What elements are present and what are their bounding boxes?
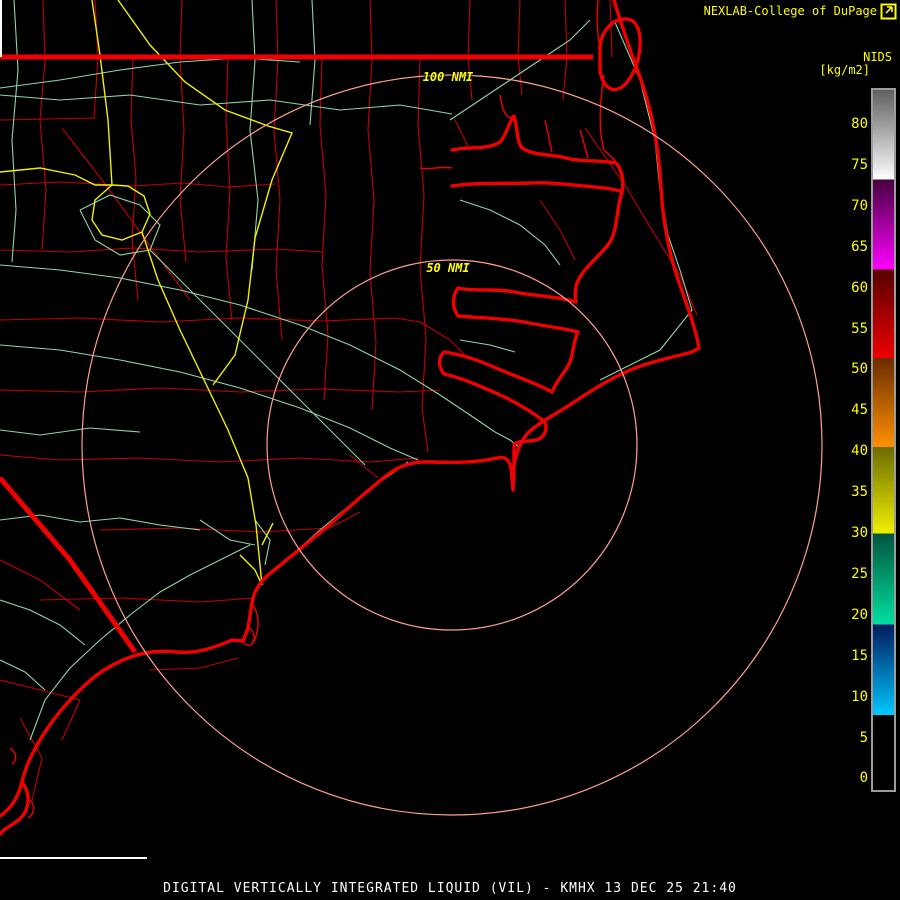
colorbar-tick-label: 5 [859, 729, 868, 746]
colorbar-tick-label: 65 [851, 238, 868, 255]
college-of-dupage-logo-icon [880, 3, 897, 20]
colorbar-tick-label: 50 [851, 361, 868, 378]
county-boundaries [0, 0, 698, 801]
colorbar-tick-label: 80 [851, 116, 868, 132]
colorbar-tick-label: 40 [851, 443, 868, 460]
colorbar-tick-label: 35 [851, 484, 868, 501]
highway-network [0, 0, 293, 586]
scale-units: [kg/m2] [819, 63, 870, 77]
colorbar-tick-label: 60 [851, 279, 868, 296]
map-edge-lines [0, 0, 147, 859]
scale-title: NIDS [863, 50, 892, 64]
colorbar-tick-label: 70 [851, 197, 868, 214]
colorbar-tick-label: 10 [851, 688, 868, 705]
brand-text: NEXLAB-College of DuPage [703, 4, 877, 18]
colorbar-tick-label: 75 [851, 156, 868, 173]
colorbar-tick-label: 45 [851, 402, 868, 419]
colorbar-tick-label: 15 [851, 647, 868, 664]
colorbar-tick-label: 55 [851, 320, 868, 337]
coastline [0, 0, 701, 836]
colorbar-tick-label: 30 [851, 525, 868, 541]
range-ring-50nmi [266, 259, 638, 631]
range-ring-label-50nmi: 50 NMI [426, 261, 470, 275]
radar-map [0, 0, 823, 859]
colorbar-tick-label: 25 [851, 565, 868, 582]
colorbar-tick-label: 0 [859, 770, 868, 787]
colorbar-tick-label: 20 [851, 606, 868, 623]
radar-viewer: NEXLAB-College of DuPage NIDS [kg/m2] 80… [0, 0, 900, 900]
product-title: DIGITAL VERTICALLY INTEGRATED LIQUID (VI… [163, 881, 737, 896]
colorbar [871, 88, 896, 792]
road-network [0, 0, 693, 741]
range-ring-label-100nmi: 100 NMI [422, 70, 474, 84]
